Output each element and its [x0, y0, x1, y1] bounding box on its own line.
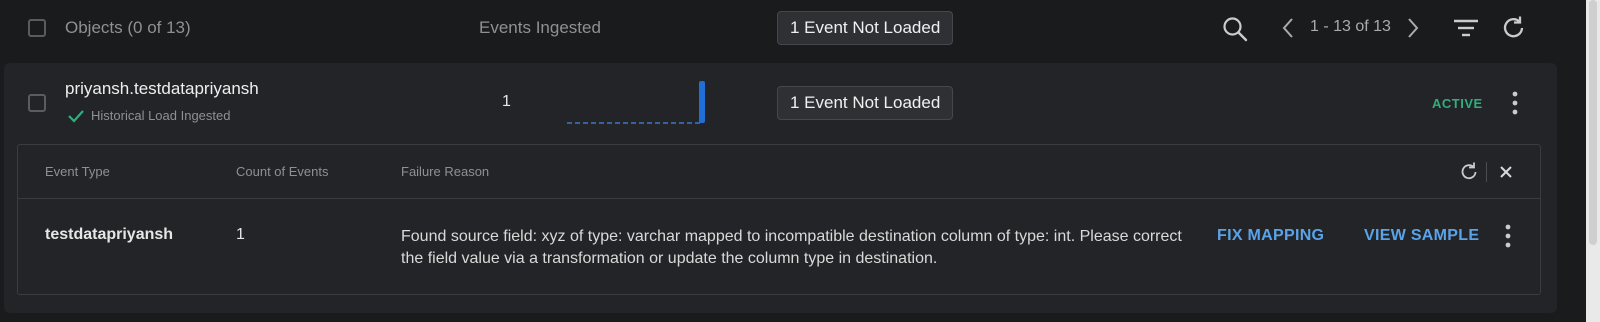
- objects-page: Objects (0 of 13) Events Ingested 1 Even…: [0, 0, 1557, 322]
- event-count-cell: 1: [236, 226, 245, 243]
- refresh-icon[interactable]: [1500, 14, 1528, 42]
- sparkline-bar: [699, 81, 705, 123]
- vertical-scrollbar[interactable]: [1586, 0, 1600, 322]
- column-header-count: Count of Events: [236, 164, 329, 179]
- object-row-checkbox[interactable]: [28, 94, 46, 112]
- event-type-cell: testdatapriyansh: [45, 226, 174, 243]
- scrollbar-thumb[interactable]: [1589, 0, 1597, 245]
- select-all-checkbox[interactable]: [28, 19, 46, 37]
- view-sample-button[interactable]: VIEW SAMPLE: [1364, 227, 1479, 245]
- chevron-left-icon[interactable]: [1280, 16, 1296, 40]
- events-sparkline: [567, 81, 705, 124]
- panel-header-divider: [18, 198, 1540, 199]
- chevron-right-icon[interactable]: [1405, 16, 1421, 40]
- row-more-icon[interactable]: [1496, 223, 1520, 249]
- events-ingested-count: 1: [502, 93, 511, 110]
- status-badge: ACTIVE: [1432, 96, 1483, 111]
- events-ingested-header: Events Ingested: [479, 18, 601, 37]
- object-not-loaded-badge[interactable]: 1 Event Not Loaded: [777, 86, 954, 120]
- filter-icon[interactable]: [1452, 17, 1480, 39]
- check-icon: [68, 110, 84, 123]
- column-header-event-type: Event Type: [45, 164, 110, 179]
- object-status-text: Historical Load Ingested: [91, 108, 231, 123]
- close-icon[interactable]: [1497, 163, 1515, 181]
- failure-reason-cell: Found source field: xyz of type: varchar…: [401, 228, 1182, 267]
- object-name[interactable]: priyansh.testdatapriyansh: [65, 79, 259, 99]
- pagination-label: 1 - 13 of 13: [1310, 18, 1391, 35]
- column-header-failure-reason: Failure Reason: [401, 164, 490, 179]
- objects-count-label: Objects (0 of 13): [65, 18, 191, 37]
- fix-mapping-button[interactable]: FIX MAPPING: [1217, 227, 1324, 245]
- search-icon[interactable]: [1221, 15, 1249, 43]
- panel-actions-divider: [1486, 162, 1487, 182]
- panel-refresh-icon[interactable]: [1458, 161, 1480, 183]
- header-not-loaded-badge[interactable]: 1 Event Not Loaded: [777, 11, 954, 45]
- object-more-icon[interactable]: [1503, 90, 1527, 116]
